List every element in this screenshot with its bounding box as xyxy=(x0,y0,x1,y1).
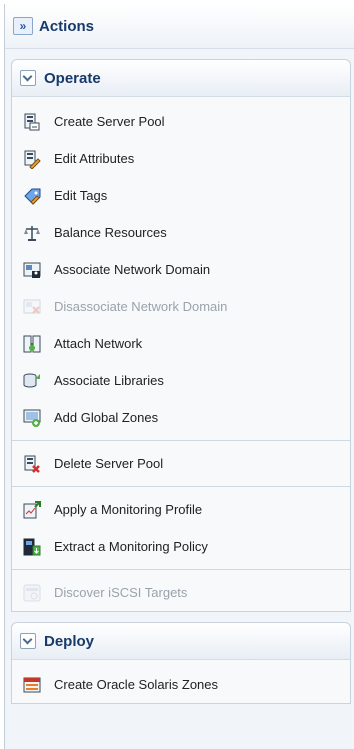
menu-item-label: Apply a Monitoring Profile xyxy=(54,502,203,517)
menu-item-label: Add Global Zones xyxy=(54,410,159,425)
server-pool-create-icon xyxy=(22,112,42,132)
menu-item[interactable]: Create Server Pool xyxy=(12,103,350,140)
menu-item-label: Balance Resources xyxy=(54,225,167,240)
menu-item-label: Edit Tags xyxy=(54,188,108,203)
actions-header: » Actions xyxy=(5,4,354,49)
operate-title: Operate xyxy=(44,69,101,87)
operate-section: Operate Create Server Pool Edit Attribute… xyxy=(11,59,351,612)
chevron-down-icon[interactable] xyxy=(20,70,36,86)
actions-title: Actions xyxy=(39,17,95,35)
disassociate-network-domain-icon xyxy=(22,297,42,317)
menu-item-label: Create Oracle Solaris Zones xyxy=(54,677,219,692)
solaris-zones-icon xyxy=(22,675,42,695)
menu-item[interactable]: Add Global Zones xyxy=(12,399,350,436)
deploy-title: Deploy xyxy=(44,632,95,650)
menu-item[interactable]: Balance Resources xyxy=(12,214,350,251)
menu-item[interactable]: Associate Network Domain xyxy=(12,251,350,288)
actions-panel: » Actions Operate Create Server Pool Edit… xyxy=(4,4,354,749)
add-global-zones-icon xyxy=(22,408,42,428)
chevron-down-icon[interactable] xyxy=(20,633,36,649)
menu-item-label: Attach Network xyxy=(54,336,143,351)
edit-attributes-icon xyxy=(22,149,42,169)
menu-item-label: Create Server Pool xyxy=(54,114,165,129)
menu-item[interactable]: Edit Attributes xyxy=(12,140,350,177)
menu-item-label: Edit Attributes xyxy=(54,151,135,166)
operate-header[interactable]: Operate xyxy=(12,60,350,97)
menu-separator xyxy=(12,440,350,441)
menu-item-label: Discover iSCSI Targets xyxy=(54,585,188,600)
operate-menu: Create Server Pool Edit Attributes Edit Ta… xyxy=(12,97,350,611)
menu-item-label: Delete Server Pool xyxy=(54,456,164,471)
menu-item-label: Associate Libraries xyxy=(54,373,164,388)
menu-separator xyxy=(12,486,350,487)
menu-item: Disassociate Network Domain xyxy=(12,288,350,325)
extract-monitoring-policy-icon xyxy=(22,537,42,557)
menu-item[interactable]: Apply a Monitoring Profile xyxy=(12,491,350,528)
associate-libraries-icon xyxy=(22,371,42,391)
deploy-header[interactable]: Deploy xyxy=(12,623,350,660)
menu-item[interactable]: Delete Server Pool xyxy=(12,445,350,482)
menu-item-label: Disassociate Network Domain xyxy=(54,299,228,314)
edit-tags-icon xyxy=(22,186,42,206)
delete-server-pool-icon xyxy=(22,454,42,474)
discover-iscsi-icon xyxy=(22,583,42,603)
deploy-menu: Create Oracle Solaris Zones xyxy=(12,660,350,703)
menu-separator xyxy=(12,569,350,570)
expand-panel-button[interactable]: » xyxy=(13,17,33,35)
deploy-section: Deploy Create Oracle Solaris Zones xyxy=(11,622,351,704)
attach-network-icon xyxy=(22,334,42,354)
balance-resources-icon xyxy=(22,223,42,243)
menu-item[interactable]: Associate Libraries xyxy=(12,362,350,399)
menu-item: Discover iSCSI Targets xyxy=(12,574,350,611)
associate-network-domain-icon xyxy=(22,260,42,280)
apply-monitoring-profile-icon xyxy=(22,500,42,520)
menu-item-label: Associate Network Domain xyxy=(54,262,211,277)
menu-item[interactable]: Edit Tags xyxy=(12,177,350,214)
menu-item[interactable]: Extract a Monitoring Policy xyxy=(12,528,350,565)
menu-item-label: Extract a Monitoring Policy xyxy=(54,539,208,554)
menu-item[interactable]: Create Oracle Solaris Zones xyxy=(12,666,350,703)
menu-item[interactable]: Attach Network xyxy=(12,325,350,362)
